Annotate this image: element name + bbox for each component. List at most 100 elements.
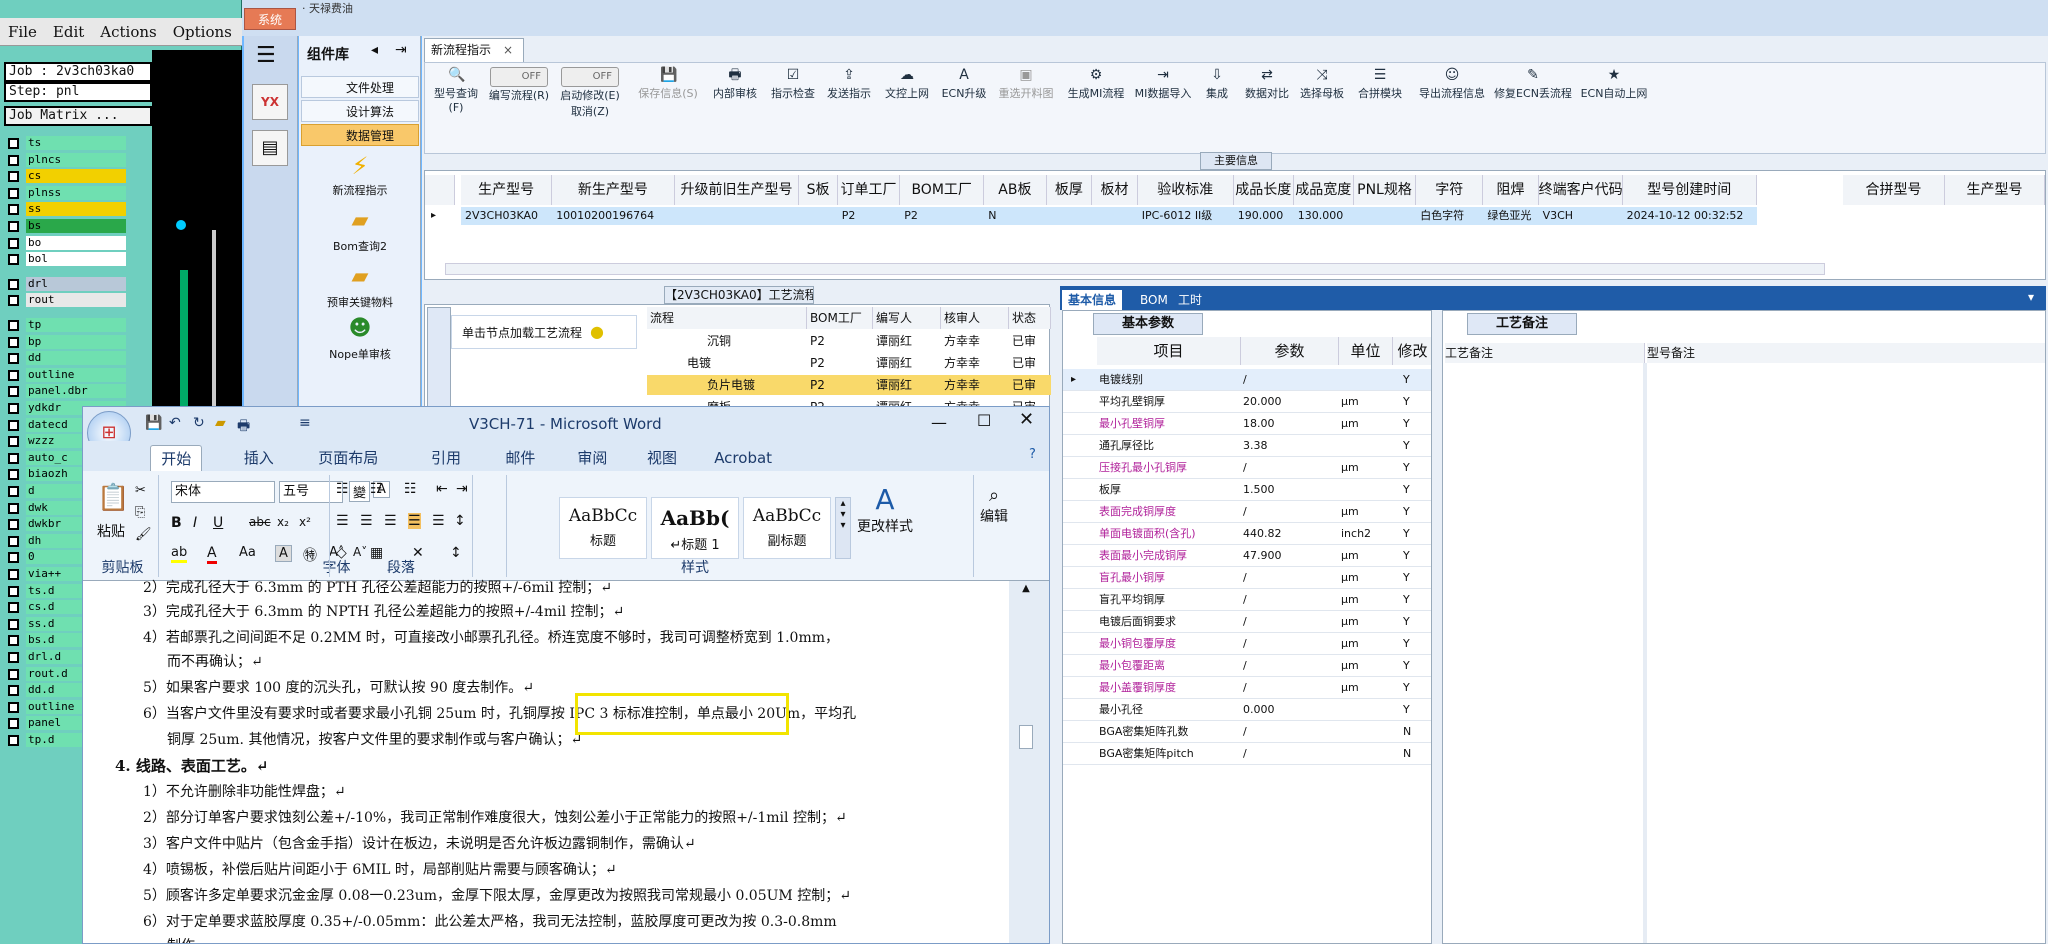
flow-header[interactable]: BOM工厂 <box>807 307 873 329</box>
layer-checkbox[interactable] <box>8 519 19 531</box>
layer-row[interactable]: rout <box>4 293 128 308</box>
grid-header[interactable]: 阻焊 <box>1483 175 1539 205</box>
flow-cell[interactable]: P2 <box>807 375 873 395</box>
word-tab[interactable]: 插入 <box>234 445 284 471</box>
word-tab[interactable]: 视图 <box>637 445 687 471</box>
doc-line[interactable]: 6）对于定单要求蓝胶厚度 0.35+/-0.05mm：此公差太严格，我司无法控制… <box>143 911 837 931</box>
grid-cell[interactable]: IPC-6012 II级 <box>1137 207 1234 225</box>
grid-header[interactable]: 成品宽度 <box>1293 175 1354 205</box>
layer-row[interactable]: bol <box>4 252 128 267</box>
open-icon[interactable]: ▰ <box>215 415 226 431</box>
doc-line[interactable]: 2）部分订单客户要求蚀刻公差+/-10%，我司正常制作难度很大，蚀刻公差小于正常… <box>143 807 847 827</box>
side-grid-header[interactable]: 生产型号 <box>1945 175 2045 205</box>
word-tab[interactable]: 审阅 <box>567 445 617 471</box>
layer-checkbox[interactable] <box>8 154 19 166</box>
grid-header[interactable]: 订单工厂 <box>837 175 901 205</box>
layer-row[interactable]: plncs <box>4 152 128 167</box>
param-value[interactable]: / <box>1241 457 1339 479</box>
yx-logo-icon[interactable]: YX <box>252 84 288 120</box>
side-grid-header[interactable]: 合拼型号 <box>1843 175 1945 205</box>
editing-button[interactable]: ⌕ 编辑 <box>980 485 1008 526</box>
copy-icon[interactable]: ⎘ <box>135 505 145 520</box>
flow-header[interactable]: 流程 <box>647 307 807 329</box>
lib-bom-query[interactable]: ▰ Bom查询2 <box>299 208 421 254</box>
document-body[interactable]: 2）完成孔径大于 6.3mm 的 PTH 孔径公差超能力的按照+/-6mil 控… <box>83 580 1009 943</box>
toolbar-button[interactable]: 🖶 内部审核 <box>707 67 763 101</box>
grid-header[interactable]: 板厚 <box>1046 175 1093 205</box>
flow-cell[interactable]: 已审 <box>1009 331 1051 351</box>
grid-cell[interactable]: P2 <box>900 207 985 225</box>
toolbar-button[interactable]: OFF 启动修改(E) 取消(Z) <box>553 67 627 119</box>
layer-checkbox[interactable] <box>8 569 19 580</box>
toolbar-button[interactable]: A ECN升级 <box>937 67 991 101</box>
flow-cell[interactable]: 电镀 <box>647 353 807 373</box>
layer-checkbox[interactable] <box>8 452 19 464</box>
basic-row[interactable]: 最小盖覆铜厚度 / μm Y <box>1063 677 1431 699</box>
grid-header[interactable]: 成品长度 <box>1233 175 1294 205</box>
layer-row[interactable]: plnss <box>4 185 128 200</box>
basic-row[interactable]: 盲孔最小铜厚 / μm Y <box>1063 567 1431 589</box>
layer-row[interactable]: cs <box>4 169 128 184</box>
arrow-left-icon[interactable]: ◂ <box>371 42 378 58</box>
doc-line[interactable]: 3）客户文件中贴片（包含金手指）设计在板边，未说明是否允许板边露铜制作，需确认↵ <box>143 833 696 853</box>
param-value[interactable]: 440.82 <box>1241 523 1339 545</box>
scroll-thumb[interactable] <box>1019 725 1033 749</box>
doc-line[interactable]: 1）不允许删除非功能性焊盘；↵ <box>143 781 346 801</box>
basic-row[interactable]: 板厚 1.500 Y <box>1063 479 1431 501</box>
layer-row[interactable]: panel.dbr <box>4 384 128 399</box>
maximize-icon[interactable]: ☐ <box>977 411 991 430</box>
doc-line[interactable]: 5）顾客许多定单要求沉金金厚 0.08一0.23um，金厚下限太厚，金厚更改为按… <box>143 885 851 905</box>
layer-checkbox[interactable] <box>8 138 19 149</box>
doc-line[interactable]: 2）完成孔径大于 6.3mm 的 PTH 孔径公差超能力的按照+/-6mil 控… <box>143 577 612 597</box>
toolbar-button[interactable]: ⇥ MI数据导入 <box>1133 67 1193 101</box>
basic-row[interactable]: 最小包覆距离 / μm Y <box>1063 655 1431 677</box>
word-tab[interactable]: 页面布局 <box>308 445 388 471</box>
lib-nope-audit[interactable]: ☻ Nope单审核 <box>299 316 421 362</box>
doc-line[interactable]: 而不再确认；↵ <box>167 651 263 671</box>
basic-row[interactable]: ▸ 电镀线别 / Y <box>1063 369 1431 391</box>
param-value[interactable]: / <box>1241 567 1339 589</box>
save-icon[interactable]: 💾 <box>145 415 162 431</box>
tab-bom[interactable]: BOM <box>1134 290 1174 310</box>
grid-cell[interactable]: 绿色亚光 <box>1483 207 1539 225</box>
align-right-icon[interactable]: ☰ <box>384 513 397 529</box>
system-tab[interactable]: 系统 <box>244 8 296 30</box>
param-value[interactable]: 1.500 <box>1241 479 1339 501</box>
grid-cell[interactable] <box>674 207 800 225</box>
layer-checkbox[interactable] <box>8 221 19 232</box>
flow-cell[interactable]: 已审 <box>1009 353 1051 373</box>
layer-checkbox[interactable] <box>8 685 19 697</box>
align-left-icon[interactable]: ☰ <box>336 513 349 529</box>
cam-graphic-view[interactable] <box>152 50 242 430</box>
layer-checkbox[interactable] <box>8 718 19 730</box>
lib-key-material[interactable]: ▰ 预审关键物料 <box>299 264 421 310</box>
lib-item-file[interactable]: 文件处理 <box>301 76 419 98</box>
redo-icon[interactable]: ↻ <box>193 415 205 431</box>
layer-checkbox[interactable] <box>8 254 19 266</box>
calculator-icon[interactable]: ▤ <box>252 130 288 166</box>
layer-row[interactable]: dd <box>4 351 128 366</box>
menu-file[interactable]: File <box>8 23 37 41</box>
grid-cell[interactable] <box>1092 207 1138 225</box>
grid-header[interactable]: 字符 <box>1416 175 1484 205</box>
layer-row[interactable]: bo <box>4 235 128 250</box>
tab-basic-info[interactable]: 基本信息 <box>1062 290 1123 310</box>
job-field[interactable]: Job : 2v3ch03ka0 <box>4 62 152 82</box>
word-tab[interactable]: 开始 <box>150 445 203 471</box>
grid-header[interactable]: PNL规格 <box>1353 175 1417 205</box>
layer-checkbox[interactable] <box>8 336 19 348</box>
grid-cell[interactable]: P2 <box>837 207 901 225</box>
toolbar-button[interactable]: ☺ 导出流程信息 <box>1413 67 1491 101</box>
grid-cell[interactable]: 2024-10-12 00:32:52 <box>1622 207 1757 225</box>
layer-checkbox[interactable] <box>8 602 19 614</box>
minimize-icon[interactable]: — <box>931 413 947 432</box>
increase-indent-icon[interactable]: ⇥ <box>456 481 468 497</box>
dropdown-icon[interactable]: ▾ <box>2028 290 2034 304</box>
toolbar-button[interactable]: ⇩ 集成 <box>1195 67 1239 101</box>
layer-checkbox[interactable] <box>8 187 19 199</box>
distributed-icon[interactable]: ☰ <box>432 513 445 529</box>
flow-cell[interactable]: P2 <box>807 331 873 351</box>
bold-icon[interactable]: B <box>171 515 182 531</box>
layer-checkbox[interactable] <box>8 618 19 630</box>
grid-header[interactable]: S板 <box>799 175 838 205</box>
